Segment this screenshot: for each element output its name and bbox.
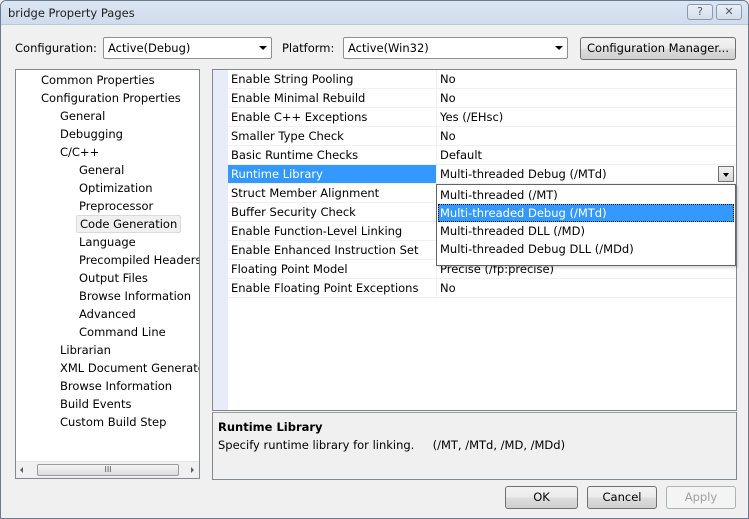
description-panel: Runtime Library Specify runtime library … [212, 412, 737, 480]
property-row[interactable]: Basic Runtime Checks Default [228, 146, 736, 165]
property-name: Floating Point Model [231, 262, 348, 276]
property-pages-dialog: bridge Property Pages ? ✕ Configuration:… [0, 0, 749, 519]
tree-item[interactable]: Debugging [57, 125, 126, 143]
configuration-value: Active(Debug) [108, 41, 191, 55]
property-value-text: No [440, 129, 456, 143]
property-value-text: No [440, 72, 456, 86]
property-name: Enable C++ Exceptions [231, 110, 368, 124]
description-text: Specify runtime library for linking. (/M… [218, 438, 566, 452]
platform-label: Platform: [282, 41, 335, 55]
title-bar: bridge Property Pages ? ✕ [1, 1, 748, 25]
dropdown-button[interactable] [718, 166, 734, 182]
close-icon: ✕ [724, 5, 734, 18]
cancel-button[interactable]: Cancel [587, 486, 657, 509]
dropdown-option[interactable]: Multi-threaded DLL (/MD) [438, 222, 734, 240]
property-row[interactable]: Enable Minimal Rebuild No [228, 89, 736, 108]
tree-item[interactable]: Output Files [76, 269, 151, 287]
property-value-text: No [440, 91, 456, 105]
tree-item[interactable]: Command Line [76, 323, 169, 341]
tree-item[interactable]: General [76, 161, 127, 179]
property-value[interactable]: No [436, 279, 736, 297]
tree-item[interactable]: Advanced [76, 305, 139, 323]
tree-item[interactable]: Preprocessor [76, 197, 156, 215]
horizontal-scrollbar[interactable]: III [16, 461, 199, 478]
tree-item[interactable]: Language [76, 233, 139, 251]
property-value[interactable]: No [436, 127, 736, 145]
tree-item[interactable]: Build Events [57, 395, 134, 413]
configuration-select[interactable]: Active(Debug) [103, 37, 272, 59]
tree-item[interactable]: Code Generation [76, 215, 182, 233]
dropdown-option[interactable]: Multi-threaded Debug DLL (/MDd) [438, 240, 734, 258]
dropdown-option[interactable]: Multi-threaded Debug (/MTd) [438, 204, 734, 222]
help-button[interactable]: ? [687, 4, 713, 20]
tree-item[interactable]: Common Properties [38, 71, 158, 89]
property-row[interactable]: Smaller Type Check No [228, 127, 736, 146]
property-name: Enable Function-Level Linking [231, 224, 403, 238]
chevron-down-icon [259, 46, 267, 50]
property-name: Basic Runtime Checks [231, 148, 359, 162]
property-name: Enable Enhanced Instruction Set [231, 243, 419, 257]
property-tree: Common Properties Configuration Propertie… [15, 69, 200, 479]
grip-icon: III [104, 465, 112, 474]
property-name: Enable Floating Point Exceptions [231, 281, 419, 295]
chevron-down-icon [723, 173, 729, 177]
property-value[interactable]: No [436, 70, 736, 88]
tree-item[interactable]: Browse Information [76, 287, 194, 305]
property-value[interactable]: Multi-threaded Debug (/MTd) [436, 165, 736, 183]
property-name: Buffer Security Check [231, 205, 356, 219]
property-row[interactable]: Enable String Pooling No [228, 70, 736, 89]
property-value-text: Yes (/EHsc) [440, 110, 504, 124]
tree-item[interactable]: Precompiled Headers [76, 251, 199, 269]
grid-gutter [213, 70, 228, 410]
property-name: Enable Minimal Rebuild [231, 91, 366, 105]
property-value-text: Multi-threaded Debug (/MTd) [440, 167, 607, 181]
runtime-library-dropdown-list: Multi-threaded (/MT) Multi-threaded Debug… [436, 184, 736, 266]
platform-value: Active(Win32) [348, 41, 429, 55]
scroll-left-icon[interactable] [20, 467, 23, 473]
tree-item[interactable]: XML Document Generator [57, 359, 199, 377]
tree-item[interactable]: Browse Information [57, 377, 175, 395]
ok-button[interactable]: OK [505, 486, 578, 509]
tree-item[interactable]: Custom Build Step [57, 413, 169, 431]
property-row[interactable]: Enable Floating Point Exceptions No [228, 279, 736, 298]
property-name: Smaller Type Check [231, 129, 344, 143]
property-row[interactable]: Runtime Library Multi-threaded Debug (/MT… [228, 165, 736, 184]
help-icon: ? [697, 5, 703, 18]
chevron-down-icon [555, 46, 563, 50]
property-value[interactable]: Yes (/EHsc) [436, 108, 736, 126]
scrollbar-thumb[interactable]: III [37, 464, 179, 476]
tree-item[interactable]: Configuration Properties [38, 89, 184, 107]
property-value-text: No [440, 281, 456, 295]
close-button[interactable]: ✕ [716, 4, 742, 20]
configuration-label: Configuration: [15, 41, 97, 55]
dropdown-option[interactable]: Multi-threaded (/MT) [438, 186, 734, 204]
property-name: Enable String Pooling [231, 72, 354, 86]
property-value[interactable]: No [436, 89, 736, 107]
window-title: bridge Property Pages [8, 6, 135, 20]
property-name: Struct Member Alignment [231, 186, 380, 200]
tree-item[interactable]: C/C++ [57, 143, 102, 161]
description-title: Runtime Library [218, 420, 323, 434]
tree-item[interactable]: General [57, 107, 108, 125]
apply-button[interactable]: Apply [666, 486, 736, 509]
scroll-right-icon[interactable] [191, 467, 194, 473]
configuration-manager-button[interactable]: Configuration Manager... [580, 37, 736, 60]
tree-item[interactable]: Librarian [57, 341, 114, 359]
platform-select[interactable]: Active(Win32) [343, 37, 568, 59]
property-value-text: Default [440, 148, 483, 162]
tree-item[interactable]: Optimization [76, 179, 156, 197]
property-value[interactable]: Default [436, 146, 736, 164]
property-row[interactable]: Enable C++ Exceptions Yes (/EHsc) [228, 108, 736, 127]
property-name: Runtime Library [228, 165, 436, 183]
